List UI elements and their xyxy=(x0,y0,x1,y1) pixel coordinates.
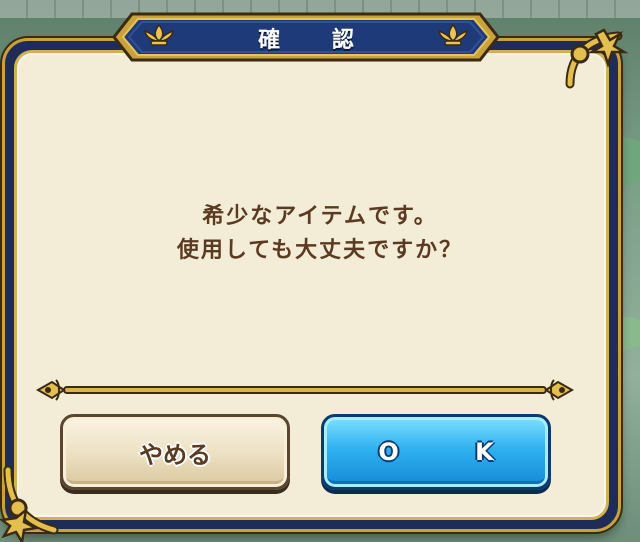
cancel-button-label: やめる xyxy=(139,440,211,469)
dialog-title-plaque: 確 認 xyxy=(112,10,500,64)
gold-divider xyxy=(35,379,575,401)
top-right-ornament-icon xyxy=(565,28,629,89)
cancel-button[interactable]: やめる xyxy=(60,414,290,490)
message-line-2: 使用しても大丈夫ですか？ xyxy=(176,238,464,263)
ok-button-label: O K xyxy=(378,438,528,466)
message-line-1: 希少なアイテムです。 xyxy=(202,204,438,229)
ok-button[interactable]: O K xyxy=(321,414,551,490)
bottom-left-ornament-icon xyxy=(0,465,59,542)
divider-left-ornament-icon xyxy=(35,379,66,401)
divider-right-ornament-icon xyxy=(544,379,575,401)
dialog-title: 確 認 xyxy=(258,28,376,53)
